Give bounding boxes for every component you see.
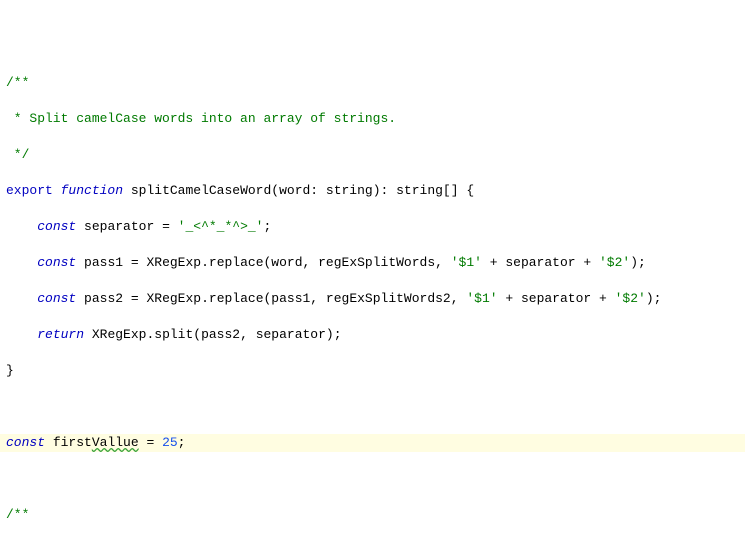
code-line: export function splitCamelCaseWord(word:…: [6, 182, 739, 200]
code-line: }: [6, 362, 739, 380]
code-line: return XRegExp.split(pass2, separator);: [6, 326, 739, 344]
code-line: const pass2 = XRegExp.replace(pass1, reg…: [6, 290, 739, 308]
code-line: [6, 470, 739, 488]
code-line: /**: [6, 506, 739, 524]
spell-error[interactable]: Vallue: [92, 435, 139, 450]
code-line: /**: [6, 74, 739, 92]
code-line: const separator = '_<^*_*^>_';: [6, 218, 739, 236]
code-line: const pass1 = XRegExp.replace(word, regE…: [6, 254, 739, 272]
code-editor[interactable]: /** * Split camelCase words into an arra…: [6, 74, 739, 539]
code-line: [6, 398, 739, 416]
code-line: const firstVallue = 25;: [0, 434, 745, 452]
code-line: * Split camelCase words into an array of…: [6, 110, 739, 128]
code-line: */: [6, 146, 739, 164]
